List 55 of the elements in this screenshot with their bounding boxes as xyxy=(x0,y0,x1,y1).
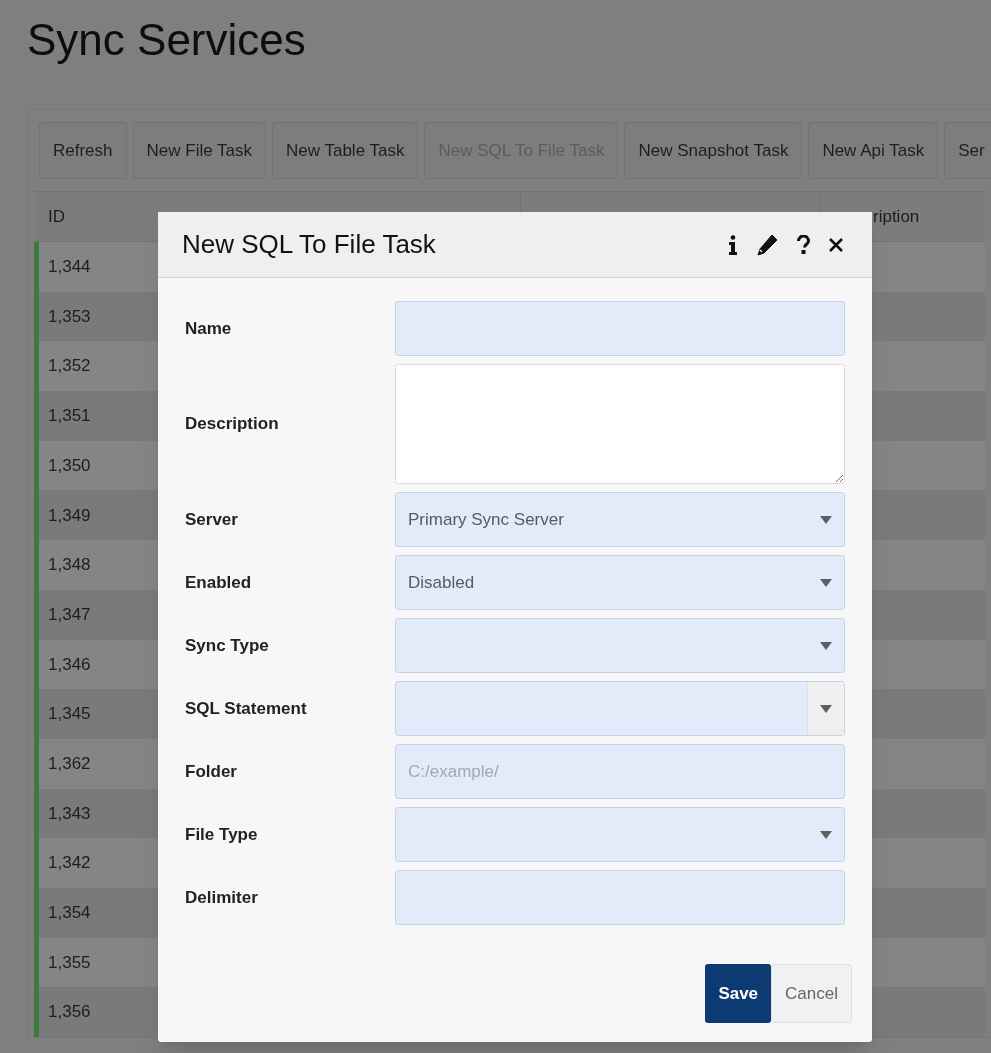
cancel-button[interactable]: Cancel xyxy=(771,964,852,1023)
help-icon[interactable] xyxy=(797,234,810,255)
pencil-icon[interactable] xyxy=(755,232,779,257)
selected-value: Primary Sync Server xyxy=(407,508,565,531)
table-cell-text: 1,354 xyxy=(47,902,91,925)
table-cell-text: 1,349 xyxy=(47,504,91,527)
input-field[interactable] xyxy=(395,301,845,356)
dialog-title: New SQL To File Task xyxy=(182,228,437,261)
combo-box[interactable] xyxy=(395,681,845,736)
field-label: Delimiter xyxy=(185,886,259,909)
field-label: File Type xyxy=(185,823,259,846)
table-cell-text: 1,356 xyxy=(47,1001,91,1024)
table-cell-text: 1,350 xyxy=(47,454,91,477)
field-label: Server xyxy=(185,508,239,531)
caret-icon xyxy=(820,704,832,713)
table-cell-text: 1,344 xyxy=(47,256,91,279)
table-cell-text: 1,348 xyxy=(47,554,91,577)
close-icon[interactable] xyxy=(828,236,844,253)
field-label: Name xyxy=(185,317,233,340)
info-icon[interactable] xyxy=(729,234,737,255)
table-cell-text: 1,347 xyxy=(47,603,91,626)
table-cell-text: 1,345 xyxy=(47,703,91,726)
toolbar-button[interactable]: New Table Task xyxy=(272,122,419,179)
toolbar-button[interactable]: Ser xyxy=(944,122,991,179)
field-label: SQL Statement xyxy=(185,697,308,720)
dropdown[interactable]: Disabled xyxy=(395,555,845,610)
table-cell-text: 1,346 xyxy=(47,653,91,676)
text-area[interactable] xyxy=(395,364,845,484)
table-cell-text: 1,343 xyxy=(47,802,91,825)
dropdown[interactable] xyxy=(395,807,845,862)
input-field[interactable]: C:/example/ xyxy=(395,744,845,799)
field-label: Folder xyxy=(185,760,238,783)
column-header: ID xyxy=(47,205,66,228)
caret-icon xyxy=(819,578,832,587)
dropdown[interactable] xyxy=(395,618,845,673)
field-label: Sync Type xyxy=(185,634,270,657)
toolbar-button[interactable]: New File Task xyxy=(132,122,267,179)
column-header: ription xyxy=(873,205,920,228)
toolbar-button[interactable]: New Snapshot Task xyxy=(624,122,803,179)
selected-value: Disabled xyxy=(407,571,476,594)
save-button[interactable]: Save xyxy=(705,964,772,1023)
table-cell-text: 1,342 xyxy=(47,852,91,875)
table-cell-text: 1,353 xyxy=(47,305,91,328)
table-cell-text: 1,351 xyxy=(47,405,91,428)
page-title: Sync Services xyxy=(27,14,306,66)
dropdown[interactable]: Primary Sync Server xyxy=(395,492,845,547)
toolbar-button[interactable]: New Api Task xyxy=(808,122,939,179)
input-field[interactable] xyxy=(395,870,845,925)
field-label: Enabled xyxy=(185,571,253,594)
table-cell-text: 1,355 xyxy=(47,951,91,974)
table-cell-text: 1,352 xyxy=(47,355,91,378)
caret-icon xyxy=(819,515,832,524)
field-label: Description xyxy=(185,413,280,436)
table-cell-text: 1,362 xyxy=(47,752,91,775)
toolbar-button[interactable]: Refresh xyxy=(39,122,127,179)
